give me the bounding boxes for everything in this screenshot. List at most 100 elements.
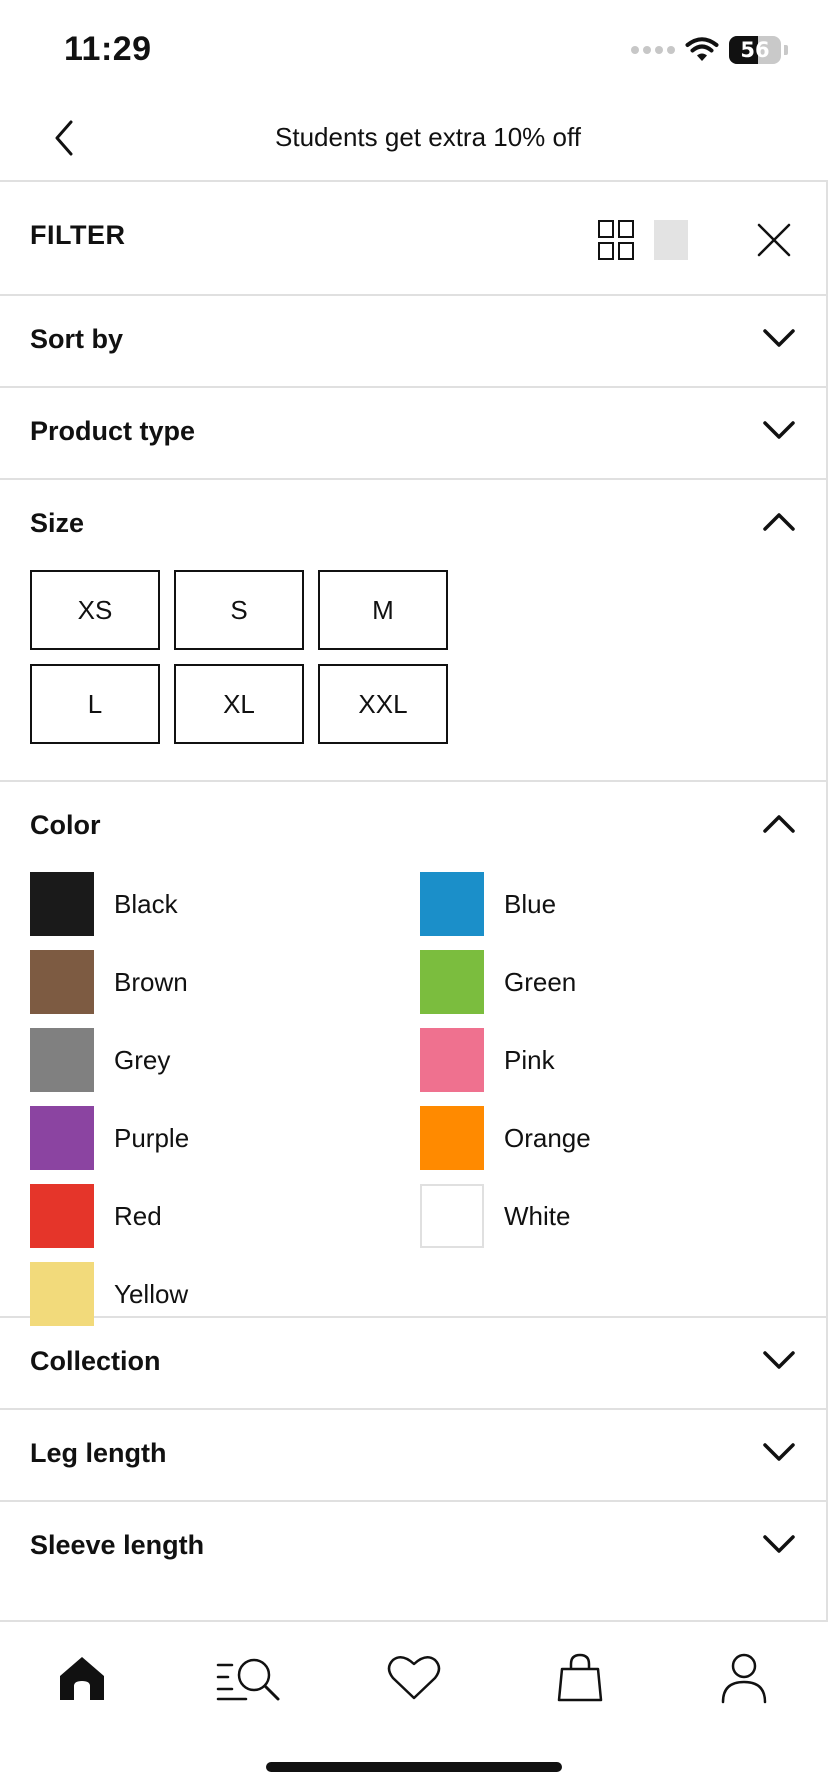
- tab-search[interactable]: [216, 1648, 282, 1708]
- bottom-tab-bar: [0, 1622, 828, 1732]
- color-swatch: [30, 1106, 94, 1170]
- color-swatch: [30, 1028, 94, 1092]
- filter-header: FILTER: [0, 182, 826, 296]
- product-type-section: Product type: [0, 388, 826, 480]
- tab-favorites[interactable]: [384, 1648, 444, 1708]
- color-option-green[interactable]: Green: [420, 950, 576, 1014]
- grid-view-button[interactable]: [598, 220, 634, 260]
- size-option-m[interactable]: M: [318, 570, 448, 650]
- grid-view-icon: [598, 220, 634, 260]
- color-label: Grey: [114, 1044, 171, 1075]
- sort-by-toggle[interactable]: Sort by: [0, 296, 826, 386]
- close-icon: [757, 223, 791, 257]
- collection-toggle[interactable]: Collection: [0, 1318, 826, 1408]
- color-option-red[interactable]: Red: [30, 1184, 162, 1248]
- battery-cap: [784, 45, 788, 55]
- section-label: Leg length: [30, 1438, 167, 1468]
- size-option-l[interactable]: L: [30, 664, 160, 744]
- color-label: White: [504, 1200, 571, 1231]
- section-label: Product type: [30, 416, 196, 446]
- color-swatch: [30, 1184, 94, 1248]
- chevron-down-icon: [763, 1351, 795, 1369]
- color-option-purple[interactable]: Purple: [30, 1106, 189, 1170]
- color-label: Purple: [114, 1122, 190, 1153]
- size-section: Size XS S M L XL XXL: [0, 480, 826, 782]
- color-label: Green: [504, 966, 577, 997]
- filter-title: FILTER: [30, 220, 126, 250]
- color-swatch: [420, 872, 484, 936]
- status-bar: 11:29 56: [0, 0, 828, 100]
- battery-level: 56: [740, 38, 770, 62]
- promo-banner-text[interactable]: Students get extra 10% off: [0, 122, 828, 153]
- tab-bag[interactable]: [550, 1648, 610, 1708]
- color-swatch: [420, 1028, 484, 1092]
- chevron-down-icon: [763, 1535, 795, 1553]
- size-options: XS S M L XL XXL: [0, 570, 826, 780]
- color-swatch: [30, 872, 94, 936]
- wifi-icon: [685, 37, 719, 61]
- shopping-bag-icon: [557, 1653, 603, 1702]
- home-icon: [60, 1657, 104, 1700]
- tab-profile[interactable]: [714, 1648, 774, 1708]
- color-toggle[interactable]: Color: [0, 782, 826, 872]
- status-icons: 56: [631, 34, 788, 66]
- collection-section: Collection: [0, 1318, 826, 1410]
- chevron-down-icon: [763, 329, 795, 347]
- sleeve-length-section: Sleeve length: [0, 1502, 826, 1592]
- section-label: Sort by: [30, 324, 124, 354]
- color-label: Yellow: [114, 1278, 189, 1309]
- tab-home[interactable]: [52, 1648, 112, 1708]
- status-time: 11:29: [64, 30, 152, 68]
- chevron-up-icon: [763, 513, 795, 531]
- size-option-xs[interactable]: XS: [30, 570, 160, 650]
- color-section: Color Black Blue Brown Green Grey Pink P…: [0, 782, 826, 1326]
- close-filter-button[interactable]: [756, 222, 792, 258]
- search-icon: [216, 1658, 280, 1701]
- chevron-up-icon: [763, 815, 795, 833]
- size-option-xl[interactable]: XL: [174, 664, 304, 744]
- section-label: Size: [30, 508, 85, 538]
- section-label: Sleeve length: [30, 1530, 205, 1560]
- single-view-button[interactable]: [654, 220, 688, 260]
- color-option-white[interactable]: White: [420, 1184, 570, 1248]
- color-label: Orange: [504, 1122, 591, 1153]
- heart-icon: [387, 1656, 441, 1700]
- color-option-blue[interactable]: Blue: [420, 872, 556, 936]
- filter-panel: FILTER Sort by Product type Size XS S M …: [0, 180, 828, 1622]
- color-label: Pink: [504, 1044, 555, 1075]
- color-option-black[interactable]: Black: [30, 872, 178, 936]
- color-option-grey[interactable]: Grey: [30, 1028, 170, 1092]
- size-option-s[interactable]: S: [174, 570, 304, 650]
- color-option-yellow[interactable]: Yellow: [30, 1262, 188, 1326]
- sleeve-length-toggle[interactable]: Sleeve length: [0, 1502, 826, 1592]
- size-option-xxl[interactable]: XXL: [318, 664, 448, 744]
- nav-header: Students get extra 10% off: [0, 100, 828, 180]
- color-label: Blue: [504, 888, 557, 919]
- leg-length-section: Leg length: [0, 1410, 826, 1502]
- color-label: Brown: [114, 966, 188, 997]
- leg-length-toggle[interactable]: Leg length: [0, 1410, 826, 1500]
- color-option-pink[interactable]: Pink: [420, 1028, 555, 1092]
- color-swatch: [30, 1262, 94, 1326]
- sort-by-section: Sort by: [0, 296, 826, 388]
- color-swatch: [420, 1184, 484, 1248]
- size-toggle[interactable]: Size: [0, 480, 826, 570]
- profile-icon: [721, 1653, 767, 1704]
- color-label: Black: [114, 888, 178, 919]
- battery-icon: 56: [729, 36, 781, 64]
- chevron-down-icon: [763, 1443, 795, 1461]
- color-swatch: [420, 1106, 484, 1170]
- color-option-orange[interactable]: Orange: [420, 1106, 591, 1170]
- color-option-brown[interactable]: Brown: [30, 950, 188, 1014]
- home-indicator[interactable]: [266, 1762, 562, 1772]
- section-label: Color: [30, 810, 101, 840]
- color-swatch: [420, 950, 484, 1014]
- section-label: Collection: [30, 1346, 161, 1376]
- product-type-toggle[interactable]: Product type: [0, 388, 826, 478]
- filter-screen: 11:29 56 Students get extra 10% off FILT…: [0, 0, 828, 1792]
- color-swatch: [30, 950, 94, 1014]
- chevron-down-icon: [763, 421, 795, 439]
- cellular-signal-icon: [631, 46, 675, 54]
- color-label: Red: [114, 1200, 162, 1231]
- color-options: Black Blue Brown Green Grey Pink Purple …: [0, 872, 826, 1326]
